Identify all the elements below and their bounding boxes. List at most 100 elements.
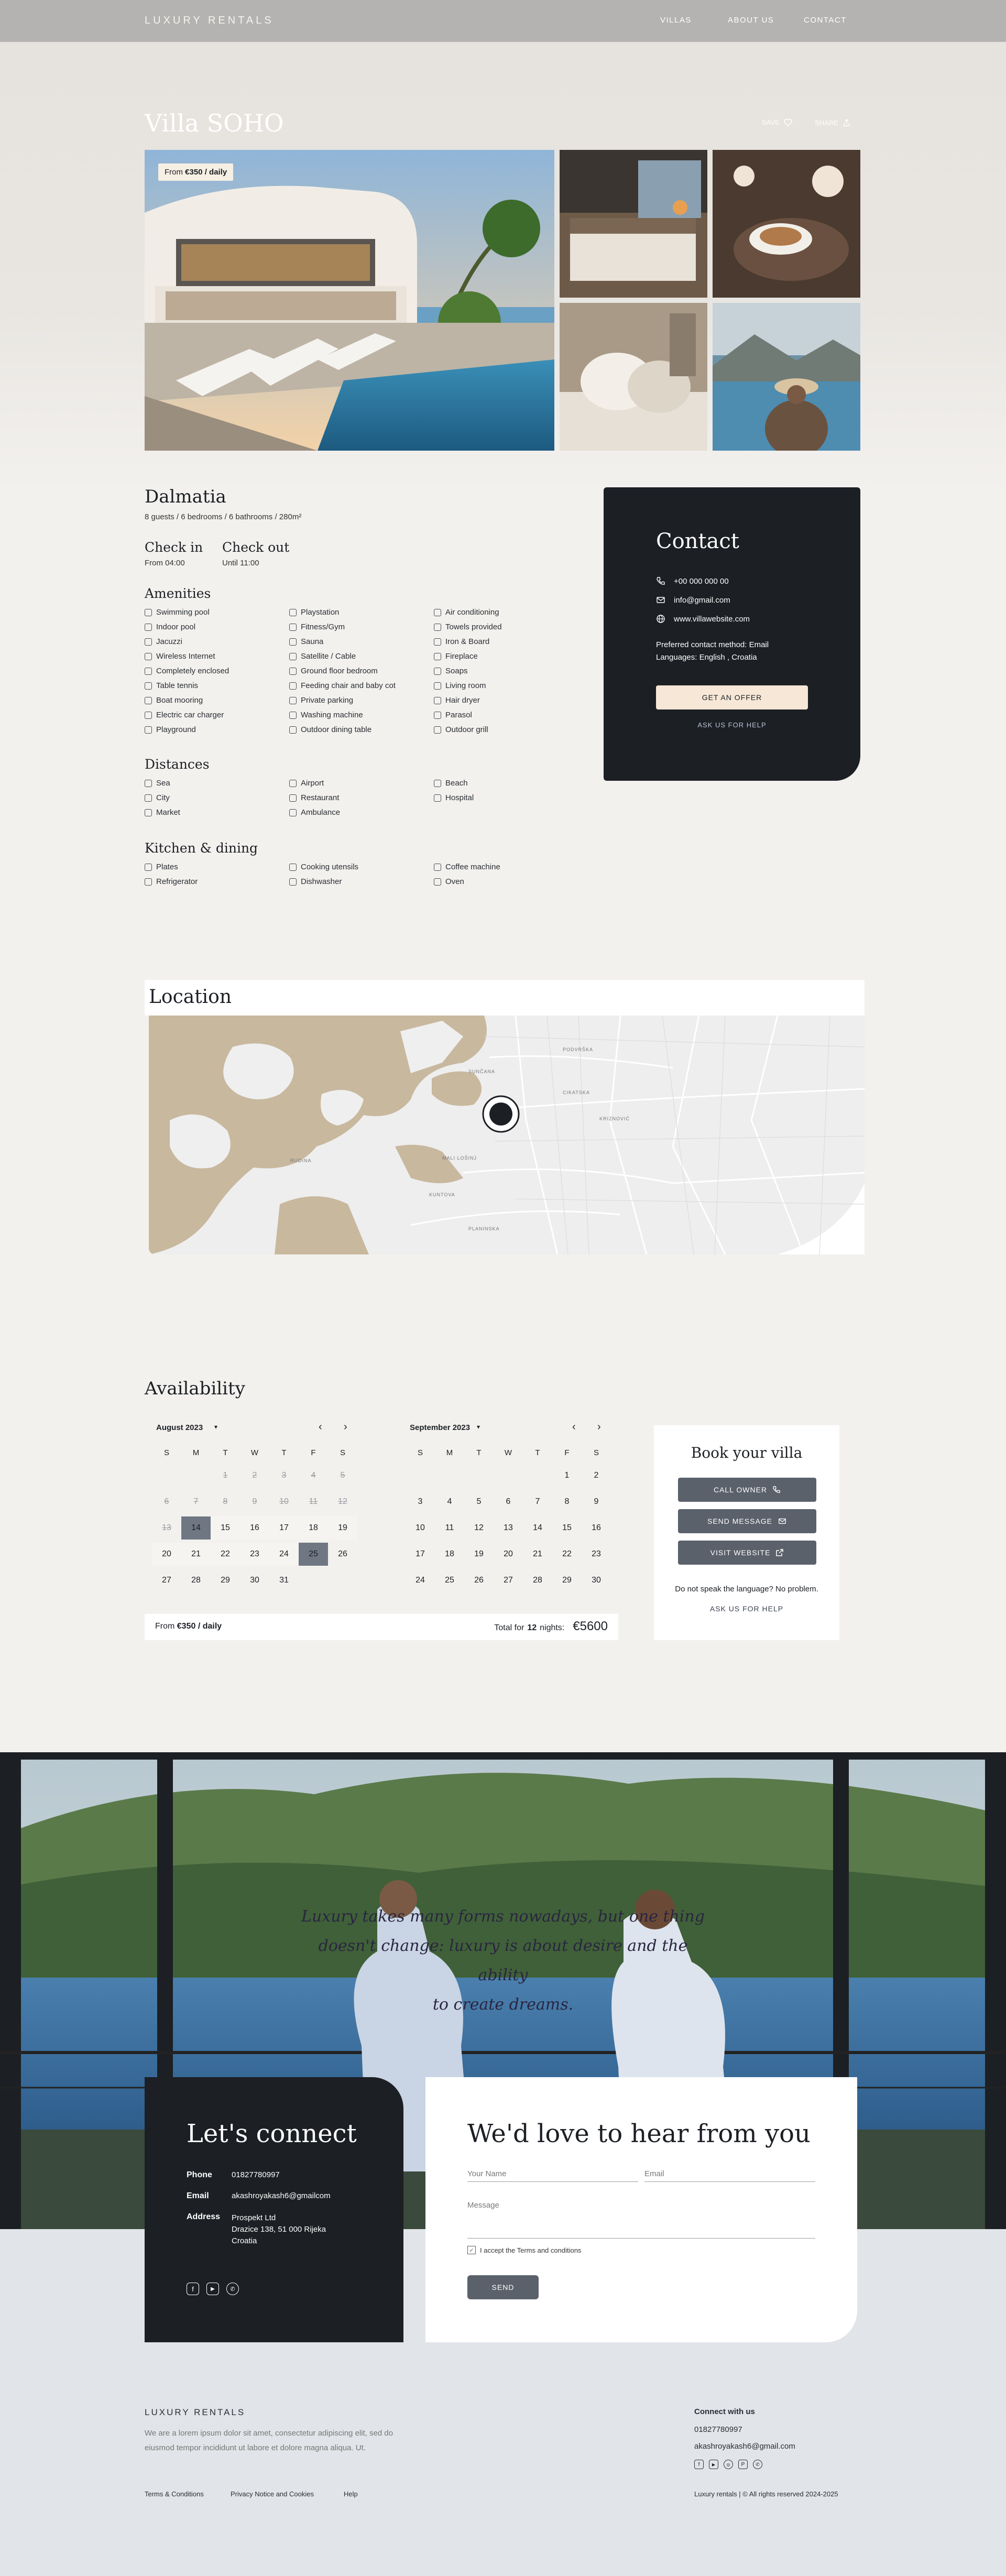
send-message-button[interactable]: SEND MESSAGE [678,1509,816,1533]
facebook-icon[interactable]: f [694,2460,704,2469]
connect-phone[interactable]: 01827780997 [232,2170,280,2179]
footer-email[interactable]: akashroyakash6@gmail.com [694,2442,795,2451]
contact-help-link[interactable]: ASK US FOR HELP [656,721,808,729]
calendar-day[interactable]: 29 [552,1569,582,1592]
calendar-day[interactable]: 15 [552,1516,582,1540]
nav-villas[interactable]: VILLAS [660,16,692,25]
calendar-day[interactable]: 14 [181,1516,211,1540]
calendar-day[interactable]: 1 [552,1464,582,1487]
footer-link-privacy[interactable]: Privacy Notice and Cookies [231,2490,314,2498]
calendar-day[interactable]: 30 [240,1569,269,1592]
calendar-month-label[interactable]: September 2023 [410,1423,470,1432]
prev-month-icon[interactable]: ‹ [319,1421,322,1433]
message-field[interactable]: Message [467,2201,815,2239]
whatsapp-icon[interactable]: ✆ [753,2460,762,2469]
terms-row[interactable]: ✓ I accept the Terms and conditions [467,2246,581,2254]
book-help-link[interactable]: ASK US FOR HELP [654,1604,839,1613]
send-button[interactable]: SEND [467,2275,539,2299]
visit-website-button[interactable]: VISIT WEBSITE [678,1541,816,1565]
calendar-day[interactable]: 22 [211,1543,240,1566]
footer-link-help[interactable]: Help [344,2490,358,2498]
instagram-icon[interactable]: ◎ [724,2460,733,2469]
nav-about-us[interactable]: ABOUT US [728,16,774,25]
calendar-day[interactable]: 25 [435,1569,464,1592]
calendar-day[interactable]: 21 [523,1543,552,1566]
calendar-day[interactable]: 6 [494,1490,523,1513]
calendar-day[interactable]: 30 [582,1569,611,1592]
contact-email-row[interactable]: info@gmail.com [656,595,730,605]
calendar-day[interactable]: 10 [406,1516,435,1540]
calendar-day[interactable]: 18 [299,1516,328,1540]
calendar-day[interactable]: 18 [435,1543,464,1566]
next-month-icon[interactable]: › [344,1421,347,1433]
gallery-photo-coffee[interactable] [713,150,860,298]
whatsapp-icon[interactable]: ✆ [226,2283,239,2295]
gallery-photo-lake[interactable] [713,303,860,451]
calendar-day[interactable]: 21 [181,1543,211,1566]
calendar-day[interactable]: 17 [269,1516,299,1540]
contact-website-row[interactable]: www.villawebsite.com [656,614,750,624]
calendar-day[interactable]: 26 [328,1543,357,1566]
calendar-day[interactable]: 28 [523,1569,552,1592]
gallery-main-photo[interactable] [145,150,554,451]
calendar-day[interactable]: 20 [152,1543,181,1566]
calendar-day[interactable]: 19 [464,1543,494,1566]
chevron-down-icon[interactable]: ▾ [214,1423,217,1431]
calendar-day[interactable]: 15 [211,1516,240,1540]
call-owner-button[interactable]: CALL OWNER [678,1478,816,1502]
map-pin-icon[interactable] [482,1095,520,1133]
calendar-day[interactable]: 29 [211,1569,240,1592]
facebook-icon[interactable]: f [187,2283,199,2295]
calendar-day[interactable]: 5 [464,1490,494,1513]
location-map[interactable]: PODVRŠKA CIKATSKA KRIZNOVIĆ SUNČANA RUDI… [149,1016,865,1254]
calendar-day[interactable]: 9 [582,1490,611,1513]
footer-link-terms[interactable]: Terms & Conditions [145,2490,204,2498]
get-offer-button[interactable]: GET AN OFFER [656,685,808,710]
youtube-icon[interactable]: ▶ [709,2460,718,2469]
footer-brand[interactable]: LUXURY RENTALS [145,2407,245,2418]
calendar-day[interactable]: 26 [464,1569,494,1592]
calendar-day[interactable]: 3 [406,1490,435,1513]
calendar-day[interactable]: 17 [406,1543,435,1566]
calendar-month-label[interactable]: August 2023 [156,1423,203,1432]
prev-month-icon[interactable]: ‹ [572,1421,576,1433]
gallery-photo-pillows[interactable] [560,303,707,451]
calendar-day[interactable]: 27 [152,1569,181,1592]
calendar-day[interactable]: 13 [494,1516,523,1540]
calendar-day[interactable]: 7 [523,1490,552,1513]
site-logo[interactable]: LUXURY RENTALS [145,15,274,27]
youtube-icon[interactable]: ▶ [206,2283,219,2295]
calendar-day[interactable]: 2 [582,1464,611,1487]
calendar-day[interactable]: 16 [240,1516,269,1540]
calendar-day[interactable]: 25 [299,1543,328,1566]
calendar-day[interactable]: 16 [582,1516,611,1540]
footer-phone[interactable]: 01827780997 [694,2425,742,2434]
calendar-day[interactable]: 23 [582,1543,611,1566]
email-field[interactable]: Email [644,2169,815,2182]
calendar-day[interactable]: 8 [552,1490,582,1513]
calendar-day[interactable]: 14 [523,1516,552,1540]
calendar-day[interactable]: 23 [240,1543,269,1566]
calendar-day[interactable]: 31 [269,1569,299,1592]
calendar-day[interactable]: 11 [435,1516,464,1540]
calendar-day[interactable]: 28 [181,1569,211,1592]
calendar-day[interactable]: 24 [269,1543,299,1566]
calendar-day[interactable]: 19 [328,1516,357,1540]
next-month-icon[interactable]: › [597,1421,601,1433]
nav-contact[interactable]: CONTACT [804,16,847,25]
calendar-day[interactable]: 27 [494,1569,523,1592]
share-button[interactable]: SHARE [815,118,851,127]
connect-email[interactable]: akashroyakash6@gmailcom [232,2191,331,2200]
terms-checkbox[interactable]: ✓ [467,2246,476,2254]
pinterest-icon[interactable]: P [738,2460,748,2469]
save-button[interactable]: SAVE [762,118,792,126]
contact-phone-row[interactable]: +00 000 000 00 [656,576,729,586]
calendar-day[interactable]: 22 [552,1543,582,1566]
name-field[interactable]: Your Name [467,2169,638,2182]
calendar-day[interactable]: 24 [406,1569,435,1592]
chevron-down-icon[interactable]: ▾ [477,1423,480,1431]
calendar-day[interactable]: 20 [494,1543,523,1566]
calendar-day[interactable]: 4 [435,1490,464,1513]
calendar-day[interactable]: 12 [464,1516,494,1540]
gallery-photo-bedroom[interactable] [560,150,707,298]
